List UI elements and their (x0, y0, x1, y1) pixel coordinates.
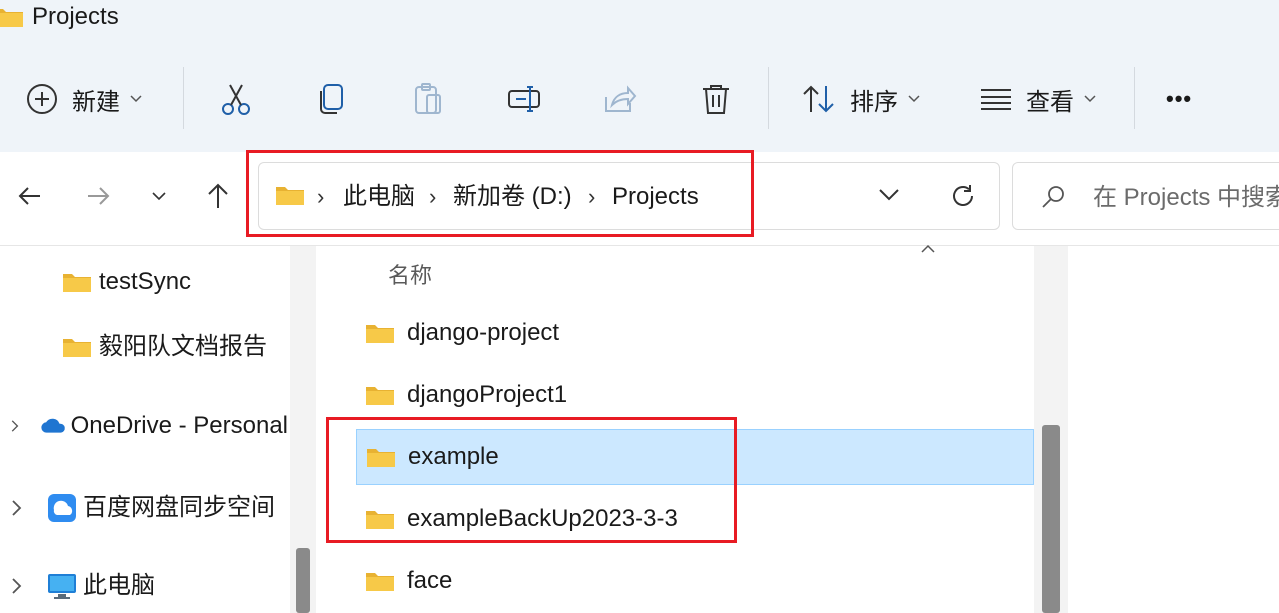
folder-icon (0, 9, 23, 27)
more-icon: ••• (1166, 86, 1193, 111)
chevron-right-icon (12, 500, 22, 516)
more-options-button[interactable]: ••• (1166, 73, 1192, 125)
view-button[interactable]: 查看 (980, 73, 1096, 125)
search-input[interactable]: 在 Projects 中搜索 (1093, 184, 1279, 212)
file-name: djangoProject1 (407, 381, 568, 408)
nav-item-label: 毅阳队文档报告 (99, 333, 267, 360)
sort-ascending-icon (921, 244, 935, 253)
chevron-right-icon (11, 420, 19, 432)
file-row[interactable]: djangoProject1 (356, 367, 1034, 423)
toolbar-separator (183, 67, 184, 129)
view-button-label: 查看 (1026, 88, 1074, 116)
title-bar (0, 0, 1279, 48)
refresh-icon (953, 185, 973, 206)
folder-icon (366, 387, 394, 405)
onedrive-icon (41, 418, 66, 433)
delete-button[interactable] (698, 73, 734, 125)
highlight-box-files (326, 417, 737, 543)
rename-button[interactable] (506, 73, 542, 125)
recent-locations-button[interactable] (141, 178, 177, 214)
toolbar-separator (768, 67, 769, 129)
toolbar-separator (1134, 67, 1135, 129)
forward-button[interactable] (80, 178, 116, 214)
file-row[interactable]: django-project (356, 305, 1034, 361)
trash-icon (703, 85, 729, 114)
computer-icon (48, 574, 76, 599)
clipboard-icon (415, 83, 441, 114)
up-button[interactable] (200, 178, 236, 214)
highlight-box-address (246, 150, 754, 237)
sort-icon (803, 85, 834, 113)
new-button-label: 新建 (72, 88, 120, 116)
share-button[interactable] (602, 73, 638, 125)
paste-button[interactable] (410, 73, 446, 125)
nav-item-yiyang-docs[interactable]: 毅阳队文档报告 (62, 333, 267, 361)
plus-circle-icon (27, 84, 57, 114)
nav-scrollbar-thumb[interactable] (296, 548, 310, 613)
nav-item-onedrive[interactable]: OneDrive - Personal (10, 412, 288, 440)
chevron-down-icon (152, 191, 166, 200)
nav-item-testsync[interactable]: testSync (62, 268, 191, 296)
chevron-down-icon (1084, 95, 1096, 103)
nav-item-baidu-netdisk[interactable]: 百度网盘同步空间 (10, 493, 275, 523)
new-button[interactable]: 新建 (26, 73, 142, 125)
folder-icon (366, 573, 394, 591)
arrow-up-icon (208, 183, 228, 208)
nav-item-this-pc[interactable]: 此电脑 (10, 572, 155, 600)
folder-icon (63, 339, 91, 357)
window-title: Projects (32, 3, 119, 30)
sort-button[interactable]: 排序 (802, 73, 920, 125)
nav-item-label: OneDrive - Personal (70, 412, 288, 439)
cut-button[interactable] (218, 73, 254, 125)
sort-button-label: 排序 (850, 88, 898, 116)
share-icon (605, 85, 637, 112)
chevron-down-icon (130, 95, 142, 103)
folder-icon (63, 274, 91, 292)
arrow-right-icon (88, 187, 110, 205)
back-button[interactable] (12, 178, 48, 214)
file-name: django-project (407, 319, 560, 346)
chevron-right-icon (12, 578, 22, 594)
scissors-icon (222, 84, 250, 115)
baidu-netdisk-icon (48, 494, 76, 522)
nav-item-label: 百度网盘同步空间 (83, 494, 275, 521)
folder-icon (366, 325, 394, 343)
file-row[interactable]: face (356, 553, 1034, 609)
chevron-down-icon (879, 189, 899, 201)
address-history-button[interactable] (878, 188, 902, 204)
chevron-down-icon (908, 95, 920, 103)
copy-button[interactable] (314, 73, 350, 125)
refresh-button[interactable] (950, 183, 976, 209)
column-header-name[interactable]: 名称 (388, 258, 432, 290)
search-icon (1042, 186, 1064, 208)
arrow-left-icon (18, 187, 40, 205)
file-list-scrollbar-thumb[interactable] (1042, 425, 1060, 613)
file-name: face (407, 567, 453, 594)
nav-item-label: testSync (99, 268, 192, 295)
list-view-icon (981, 89, 1011, 110)
copy-icon (320, 84, 343, 114)
nav-item-label: 此电脑 (83, 572, 155, 599)
rename-icon (508, 86, 540, 112)
